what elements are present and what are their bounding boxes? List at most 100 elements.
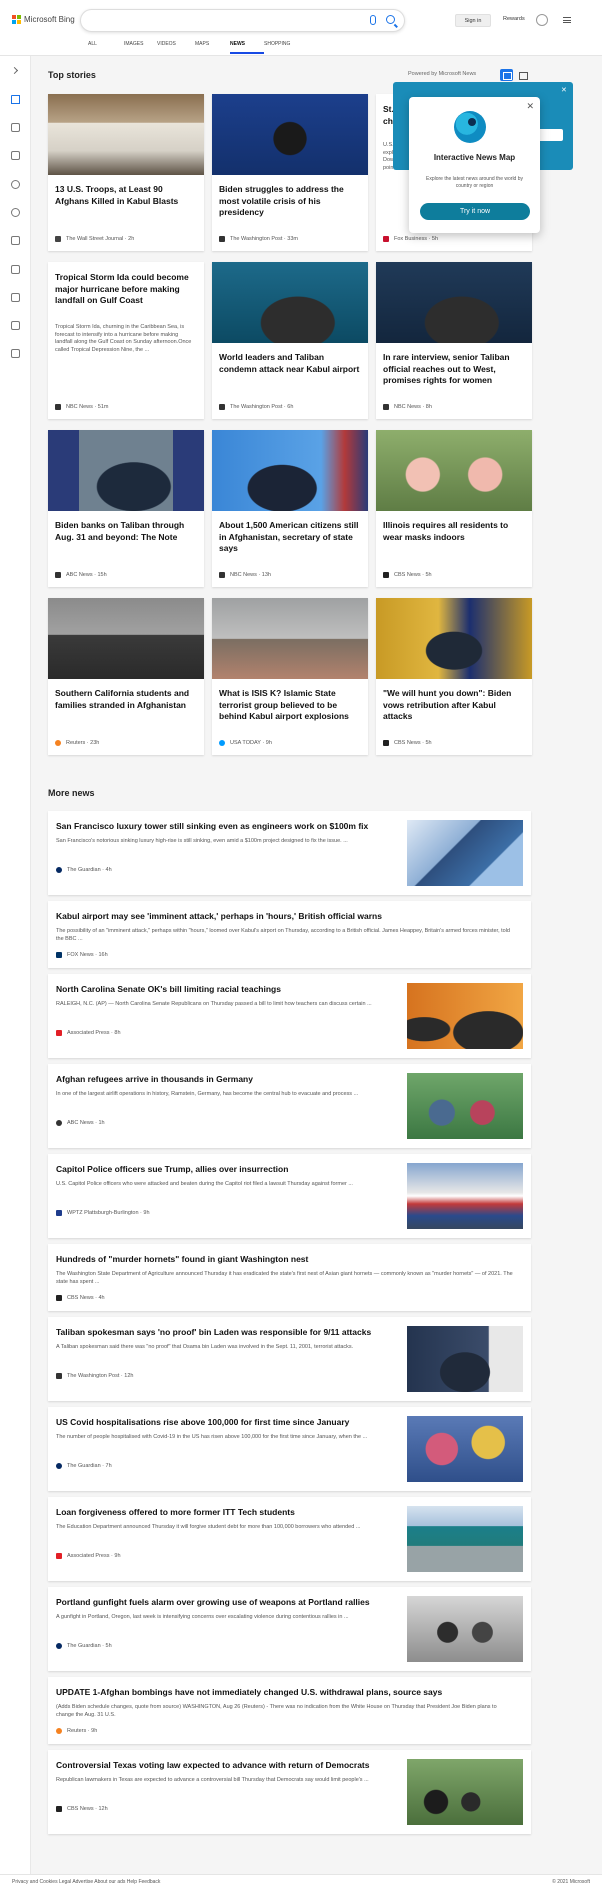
- publisher-logo-icon: [219, 740, 225, 746]
- story-card[interactable]: "We will hunt you down": Biden vows retr…: [376, 598, 532, 755]
- rewards-link[interactable]: Rewards: [503, 16, 525, 22]
- map-view-icon[interactable]: [516, 69, 529, 81]
- news-thumbnail[interactable]: [407, 1759, 523, 1825]
- news-list-item[interactable]: Kabul airport may see 'imminent attack,'…: [48, 901, 531, 968]
- news-title[interactable]: Capitol Police officers sue Trump, allie…: [56, 1164, 396, 1175]
- header: Microsoft Bing Sign in Rewards ALL IMAGE…: [0, 0, 602, 56]
- story-title[interactable]: Biden struggles to address the most vola…: [219, 184, 361, 219]
- news-thumbnail[interactable]: [407, 1596, 523, 1662]
- bing-logo[interactable]: Microsoft Bing: [12, 15, 75, 24]
- tab-images[interactable]: IMAGES: [124, 41, 157, 54]
- microphone-icon[interactable]: [370, 15, 376, 25]
- story-image: [376, 598, 532, 679]
- sign-in-button[interactable]: Sign in: [455, 14, 491, 27]
- news-title[interactable]: Kabul airport may see 'imminent attack,'…: [56, 911, 516, 922]
- news-title[interactable]: US Covid hospitalisations rise above 100…: [56, 1417, 396, 1428]
- news-title[interactable]: Hundreds of "murder hornets" found in gi…: [56, 1254, 516, 1265]
- publisher-logo-icon: [56, 1210, 62, 1216]
- story-title[interactable]: 13 U.S. Troops, at Least 90 Afghans Kill…: [55, 184, 197, 207]
- tab-videos[interactable]: VIDEOS: [157, 41, 195, 54]
- news-snippet: Republican lawmakers in Texas are expect…: [56, 1777, 369, 1783]
- news-list-item[interactable]: Afghan refugees arrive in thousands in G…: [48, 1064, 531, 1148]
- news-thumbnail[interactable]: [407, 983, 523, 1049]
- news-title[interactable]: Loan forgiveness offered to more former …: [56, 1507, 396, 1518]
- news-list-item[interactable]: Taliban spokesman says 'no proof' bin La…: [48, 1317, 531, 1401]
- news-thumbnail[interactable]: [407, 1163, 523, 1229]
- story-title[interactable]: Biden banks on Taliban through Aug. 31 a…: [55, 520, 197, 543]
- news-source: The Guardian · 7h: [56, 1463, 112, 1469]
- publisher-logo-icon: [55, 572, 61, 578]
- story-source: CBS News · 5h: [383, 740, 432, 746]
- news-thumbnail[interactable]: [407, 1506, 523, 1572]
- story-title[interactable]: "We will hunt you down": Biden vows retr…: [383, 688, 525, 723]
- story-card[interactable]: Southern California students and familie…: [48, 598, 204, 755]
- news-thumbnail[interactable]: [407, 1326, 523, 1392]
- location-pin-icon[interactable]: [11, 180, 20, 189]
- tab-news[interactable]: NEWS: [230, 41, 264, 54]
- news-title[interactable]: UPDATE 1-Afghan bombings have not immedi…: [56, 1687, 516, 1698]
- scales-icon[interactable]: [11, 236, 20, 245]
- rocket-icon[interactable]: [11, 265, 20, 274]
- news-list-item[interactable]: Hundreds of "murder hornets" found in gi…: [48, 1244, 531, 1311]
- story-card[interactable]: World leaders and Taliban condemn attack…: [212, 262, 368, 419]
- news-list-item[interactable]: Capitol Police officers sue Trump, allie…: [48, 1154, 531, 1238]
- try-it-now-button[interactable]: Try it now: [420, 203, 530, 220]
- story-source: Reuters · 23h: [55, 740, 99, 746]
- news-list-item[interactable]: Controversial Texas voting law expected …: [48, 1750, 531, 1834]
- tab-shopping[interactable]: SHOPPING: [264, 41, 304, 54]
- close-icon[interactable]: ✕: [561, 87, 567, 94]
- news-source: Reuters · 9h: [56, 1728, 97, 1734]
- footer-links[interactable]: Privacy and Cookies Legal Advertise Abou…: [12, 1879, 160, 1885]
- close-popup-icon[interactable]: ✕: [526, 101, 534, 112]
- search-icon[interactable]: [386, 15, 395, 24]
- story-title[interactable]: Illinois requires all residents to wear …: [383, 520, 525, 543]
- story-card[interactable]: Biden banks on Taliban through Aug. 31 a…: [48, 430, 204, 587]
- story-title[interactable]: In rare interview, senior Taliban offici…: [383, 352, 525, 387]
- tab-maps[interactable]: MAPS: [195, 41, 230, 54]
- hamburger-menu-icon[interactable]: [563, 17, 571, 23]
- news-list-item[interactable]: San Francisco luxury tower still sinking…: [48, 811, 531, 895]
- news-thumbnail[interactable]: [407, 820, 523, 886]
- film-icon[interactable]: [11, 293, 20, 302]
- news-thumbnail[interactable]: [407, 1416, 523, 1482]
- story-card[interactable]: Biden struggles to address the most vola…: [212, 94, 368, 251]
- news-title[interactable]: San Francisco luxury tower still sinking…: [56, 821, 396, 832]
- story-card[interactable]: Tropical Storm Ida could become major hu…: [48, 262, 204, 419]
- story-title[interactable]: Southern California students and familie…: [55, 688, 197, 711]
- story-title[interactable]: World leaders and Taliban condemn attack…: [219, 352, 361, 375]
- news-list-item[interactable]: Portland gunfight fuels alarm over growi…: [48, 1587, 531, 1671]
- news-title[interactable]: North Carolina Senate OK's bill limiting…: [56, 984, 396, 995]
- news-title[interactable]: Portland gunfight fuels alarm over growi…: [56, 1597, 396, 1608]
- tab-all[interactable]: ALL: [88, 41, 124, 54]
- news-snippet: U.S. Capitol Police officers who were at…: [56, 1181, 353, 1187]
- publisher-logo-icon: [219, 572, 225, 578]
- news-title[interactable]: Controversial Texas voting law expected …: [56, 1760, 396, 1771]
- home-icon[interactable]: [11, 95, 20, 104]
- news-thumbnail[interactable]: [407, 1073, 523, 1139]
- story-card[interactable]: About 1,500 American citizens still in A…: [212, 430, 368, 587]
- story-title[interactable]: About 1,500 American citizens still in A…: [219, 520, 361, 555]
- news-title[interactable]: Taliban spokesman says 'no proof' bin La…: [56, 1327, 396, 1338]
- globe-icon[interactable]: [11, 208, 20, 217]
- story-card[interactable]: In rare interview, senior Taliban offici…: [376, 262, 532, 419]
- news-list-item[interactable]: Loan forgiveness offered to more former …: [48, 1497, 531, 1581]
- rewards-icon[interactable]: [536, 14, 548, 26]
- story-card[interactable]: Illinois requires all residents to wear …: [376, 430, 532, 587]
- news-list-item[interactable]: US Covid hospitalisations rise above 100…: [48, 1407, 531, 1491]
- expand-sidebar-icon[interactable]: [10, 66, 19, 75]
- story-title[interactable]: What is ISIS K? Islamic State terrorist …: [219, 688, 361, 723]
- story-card[interactable]: What is ISIS K? Islamic State terrorist …: [212, 598, 368, 755]
- grid-view-icon[interactable]: [500, 69, 513, 81]
- news-snippet: (Adds Biden schedule changes, quote from…: [56, 1704, 497, 1718]
- news-list-item[interactable]: UPDATE 1-Afghan bombings have not immedi…: [48, 1677, 531, 1744]
- flag-icon[interactable]: [11, 151, 20, 160]
- search-input[interactable]: [80, 9, 405, 32]
- news-list-item[interactable]: North Carolina Senate OK's bill limiting…: [48, 974, 531, 1058]
- story-title[interactable]: Tropical Storm Ida could become major hu…: [55, 272, 197, 307]
- news-title[interactable]: Afghan refugees arrive in thousands in G…: [56, 1074, 396, 1085]
- card-icon[interactable]: [11, 349, 20, 358]
- building-icon[interactable]: [11, 321, 20, 330]
- tools-icon[interactable]: [11, 123, 20, 132]
- story-card[interactable]: 13 U.S. Troops, at Least 90 Afghans Kill…: [48, 94, 204, 251]
- powered-by-label: Powered by Microsoft News: [408, 71, 477, 77]
